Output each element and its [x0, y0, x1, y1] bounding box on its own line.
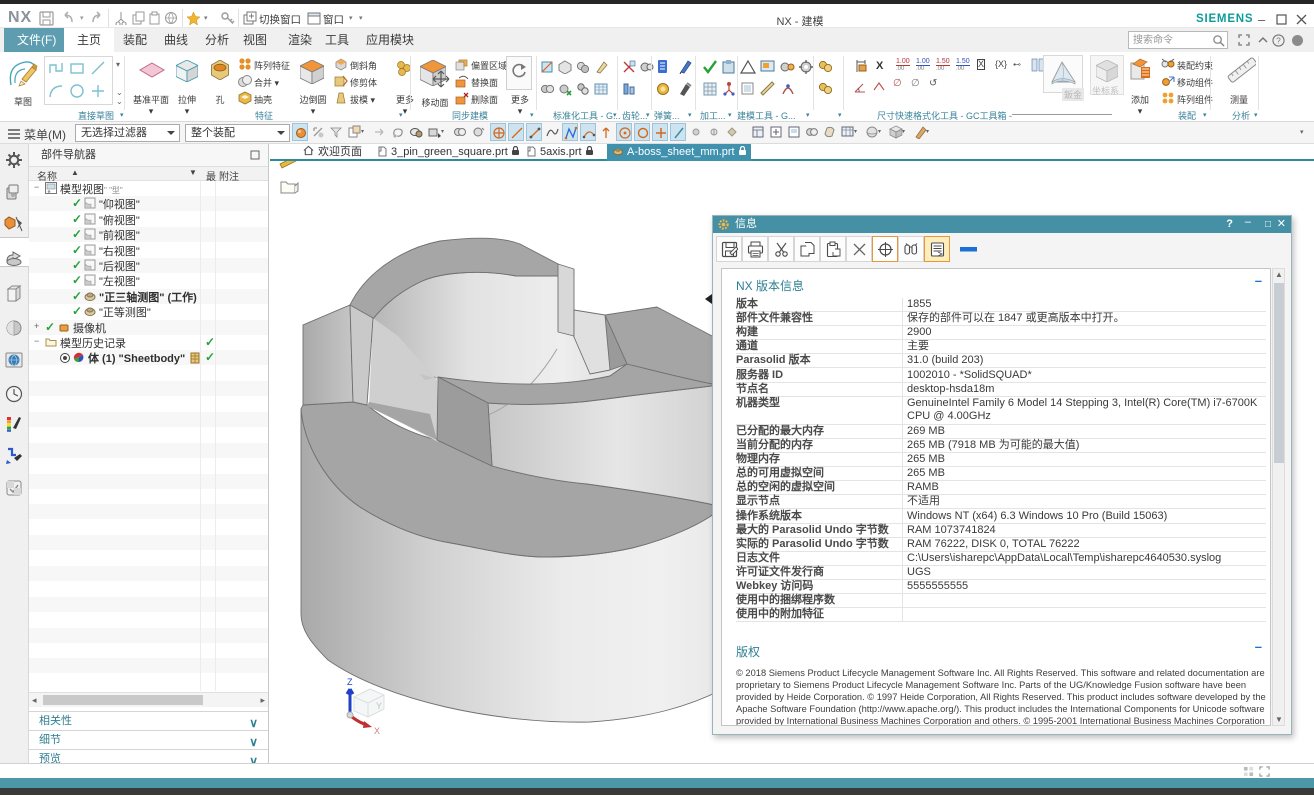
svg-text:Z: Z — [347, 677, 353, 687]
svg-text:X: X — [374, 726, 380, 735]
svg-text:Y: Y — [376, 701, 382, 711]
